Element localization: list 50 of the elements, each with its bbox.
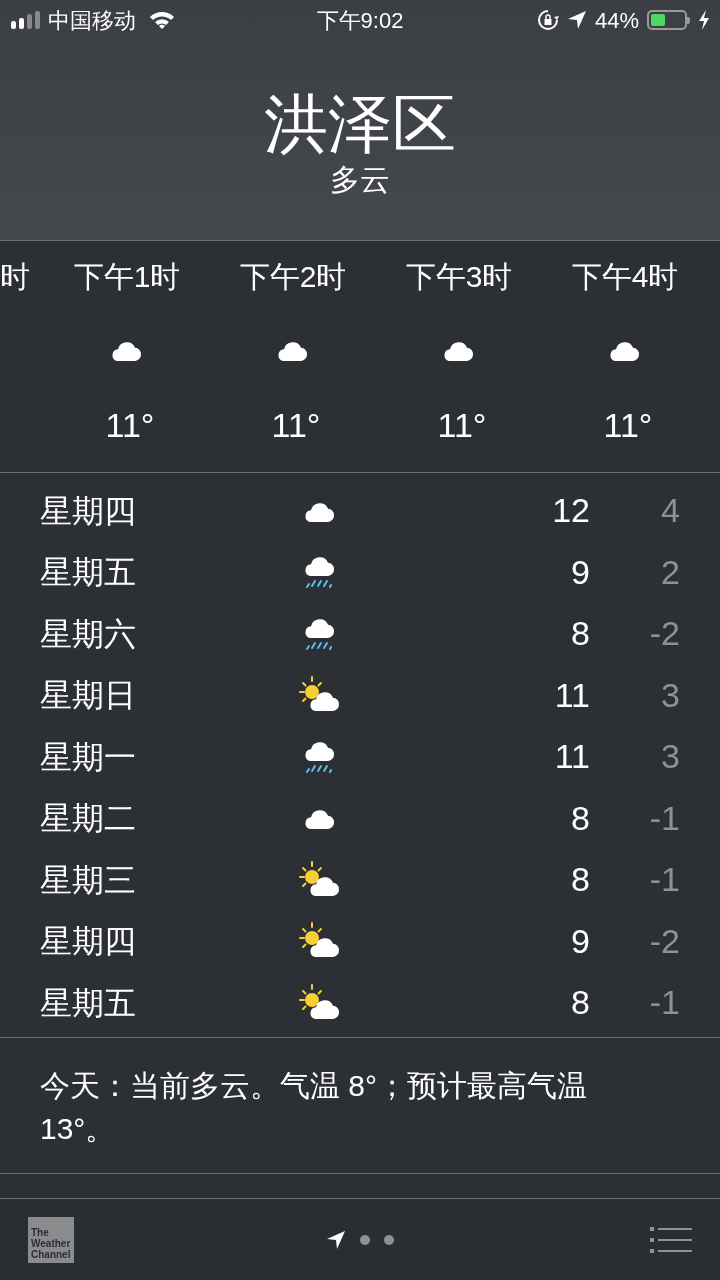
low-temperature: 3	[660, 736, 680, 778]
location-arrow-icon	[566, 10, 587, 30]
hour-label: 下午1时	[73, 259, 181, 295]
low-temperature: -1	[648, 982, 680, 1024]
high-temperature: 9	[570, 551, 590, 593]
day-name: 星期日	[39, 676, 137, 716]
battery-icon	[647, 10, 690, 30]
high-temperature: 11	[553, 736, 590, 778]
high-temperature: 8	[570, 797, 590, 839]
today-summary: 今天：当前多云。气温 8°；预计最高气温 13°。	[40, 1068, 589, 1147]
day-name: 星期二	[39, 799, 137, 839]
battery-percentage: 44%	[594, 6, 639, 35]
hour-label: 时	[0, 260, 30, 293]
high-temperature: 11	[553, 674, 590, 716]
signal-icon	[10, 11, 42, 29]
current-condition: 多云	[330, 162, 390, 198]
day-name: 星期五	[39, 983, 137, 1023]
hour-label: 下午2时	[239, 259, 347, 295]
hour-temperature: 11°	[104, 405, 155, 445]
low-temperature: 2	[660, 551, 680, 593]
low-temperature: -1	[648, 797, 680, 839]
day-name: 星期一	[39, 737, 137, 777]
low-temperature: -2	[648, 613, 680, 655]
city-name: 洪泽区	[264, 87, 456, 162]
hour-temperature: 11°	[602, 405, 653, 445]
location-page-icon[interactable]	[326, 1229, 346, 1250]
list-menu-icon[interactable]	[650, 1226, 692, 1253]
weather-channel-logo[interactable]: The Weather Channel	[28, 1216, 74, 1263]
carrier-name: 中国移动	[48, 6, 136, 35]
high-temperature: 8	[570, 613, 590, 655]
high-temperature: 12	[551, 490, 590, 532]
day-name: 星期三	[39, 860, 137, 900]
high-temperature: 8	[570, 859, 590, 901]
hour-label: 下午3时	[405, 259, 513, 295]
low-temperature: 3	[660, 674, 680, 716]
day-name: 星期四	[39, 491, 137, 531]
low-temperature: 4	[660, 490, 680, 532]
high-temperature: 9	[570, 920, 590, 962]
high-temperature: 8	[570, 982, 590, 1024]
rotation-lock-icon	[536, 9, 559, 31]
hour-label: 下午4时	[571, 259, 679, 295]
low-temperature: -2	[648, 920, 680, 962]
status-time: 下午9:02	[315, 6, 405, 35]
day-name: 星期五	[39, 553, 137, 593]
hour-temperature: 11°	[436, 405, 487, 445]
hour-temperature: 11°	[270, 405, 321, 445]
day-name: 星期四	[39, 922, 137, 962]
day-name: 星期六	[39, 614, 137, 654]
low-temperature: -1	[648, 859, 680, 901]
wifi-icon	[148, 10, 176, 30]
